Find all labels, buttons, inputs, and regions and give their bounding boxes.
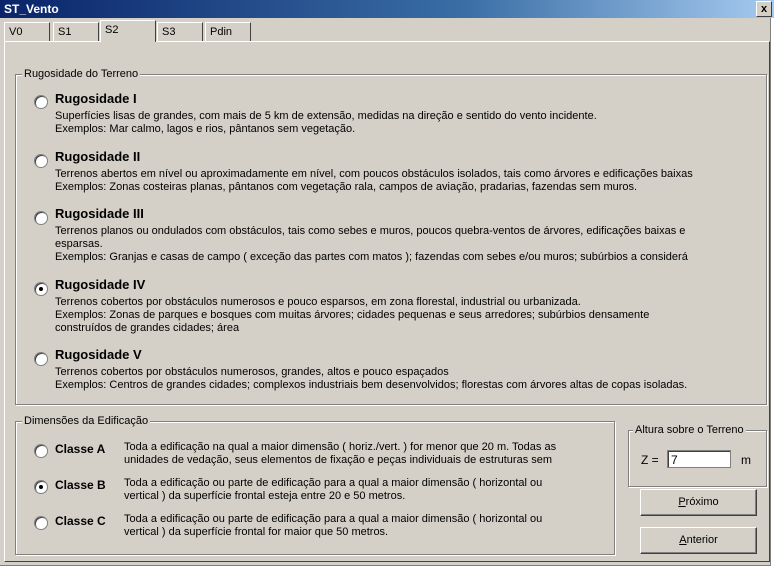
tab-v0[interactable]: V0 [4,22,50,41]
classe-a-title[interactable]: Classe A [55,442,105,456]
anterior-accel: A [679,534,687,546]
classe-a-desc-1: Toda a edificação na qual a maior dimens… [124,441,557,453]
rugosidade-ii-example: Exemplos: Zonas costeiras planas, pântan… [55,181,638,193]
title-bar[interactable]: ST_Vento x [0,0,774,18]
anterior-button[interactable]: Anterior [640,527,757,554]
proximo-accel: P [678,496,686,508]
rugosidade-iv-desc: Terrenos cobertos por obstáculos numeros… [55,296,581,308]
rugosidade-iii-title[interactable]: Rugosidade III [55,206,144,221]
tab-s3[interactable]: S3 [157,22,203,41]
rugosidade-v-desc: Terrenos cobertos por obstáculos numeros… [55,366,449,378]
rugosidade-group: Rugosidade do Terreno Rugosidade I Super… [15,67,767,405]
rugosidade-iv-title[interactable]: Rugosidade IV [55,277,145,292]
close-button[interactable]: x [756,1,772,17]
proximo-button[interactable]: Próximo [640,489,757,516]
rugosidade-ii-radio[interactable] [34,154,48,168]
rugosidade-legend: Rugosidade do Terreno [22,67,141,81]
rugosidade-v-example: Exemplos: Centros de grandes cidades; co… [55,379,688,391]
rugosidade-iv-example-cont: construídos de grandes cidades; área [55,322,240,334]
rugosidade-i-title[interactable]: Rugosidade I [55,91,137,106]
rugosidade-iii-radio[interactable] [34,211,48,225]
main-window: ST_Vento x V0 S1 S2 S3 Pdin Rugosidade d… [0,0,774,566]
z-unit: m [741,453,751,467]
classe-c-desc-1: Toda a edificação ou parte de edificação… [124,513,543,525]
anterior-label: nterior [686,534,718,546]
tab-s1[interactable]: S1 [53,22,99,41]
rugosidade-i-radio[interactable] [34,95,48,109]
classe-b-title[interactable]: Classe B [55,478,106,492]
rugosidade-iv-example: Exemplos: Zonas de parques e bosques com… [55,309,650,321]
z-input[interactable]: 7 [667,450,731,468]
altura-legend: Altura sobre o Terreno [633,423,746,437]
rugosidade-iii-desc: Terrenos planos ou ondulados com obstácu… [55,225,686,237]
rugosidade-v-radio[interactable] [34,352,48,366]
classe-b-radio[interactable] [34,480,48,494]
rugosidade-iv-radio[interactable] [34,282,48,296]
dimensoes-group: Dimensões da Edificação Classe A Toda a … [15,414,615,555]
proximo-label: róximo [685,496,719,508]
classe-c-desc-2: vertical ) da superfície frontal for mai… [124,526,389,538]
window-title: ST_Vento [4,2,59,16]
altura-group: Altura sobre o Terreno Z = 7 m [628,423,767,487]
dimensoes-legend: Dimensões da Edificação [22,414,151,428]
classe-b-desc-2: vertical ) da superfície frontal esteja … [124,490,406,502]
rugosidade-iii-example: Exemplos: Granjas e casas de campo ( exc… [55,251,688,263]
rugosidade-i-example: Exemplos: Mar calmo, lagos e rios, pânta… [55,123,356,135]
rugosidade-ii-title[interactable]: Rugosidade II [55,149,140,164]
tab-pdin[interactable]: Pdin [205,22,251,41]
tab-s2[interactable]: S2 [100,20,156,42]
classe-c-radio[interactable] [34,516,48,530]
z-label: Z = [641,453,659,467]
rugosidade-v-title[interactable]: Rugosidade V [55,347,142,362]
classe-a-radio[interactable] [34,444,48,458]
rugosidade-i-desc: Superfícies lisas de grandes, com mais d… [55,110,597,122]
rugosidade-iii-desc-cont: esparsas. [55,238,103,250]
classe-c-title[interactable]: Classe C [55,514,106,528]
classe-a-desc-2: unidades de vedação, seus elementos de f… [124,454,553,466]
rugosidade-ii-desc: Terrenos abertos em nível ou aproximadam… [55,168,693,180]
classe-b-desc-1: Toda a edificação ou parte de edificação… [124,477,543,489]
